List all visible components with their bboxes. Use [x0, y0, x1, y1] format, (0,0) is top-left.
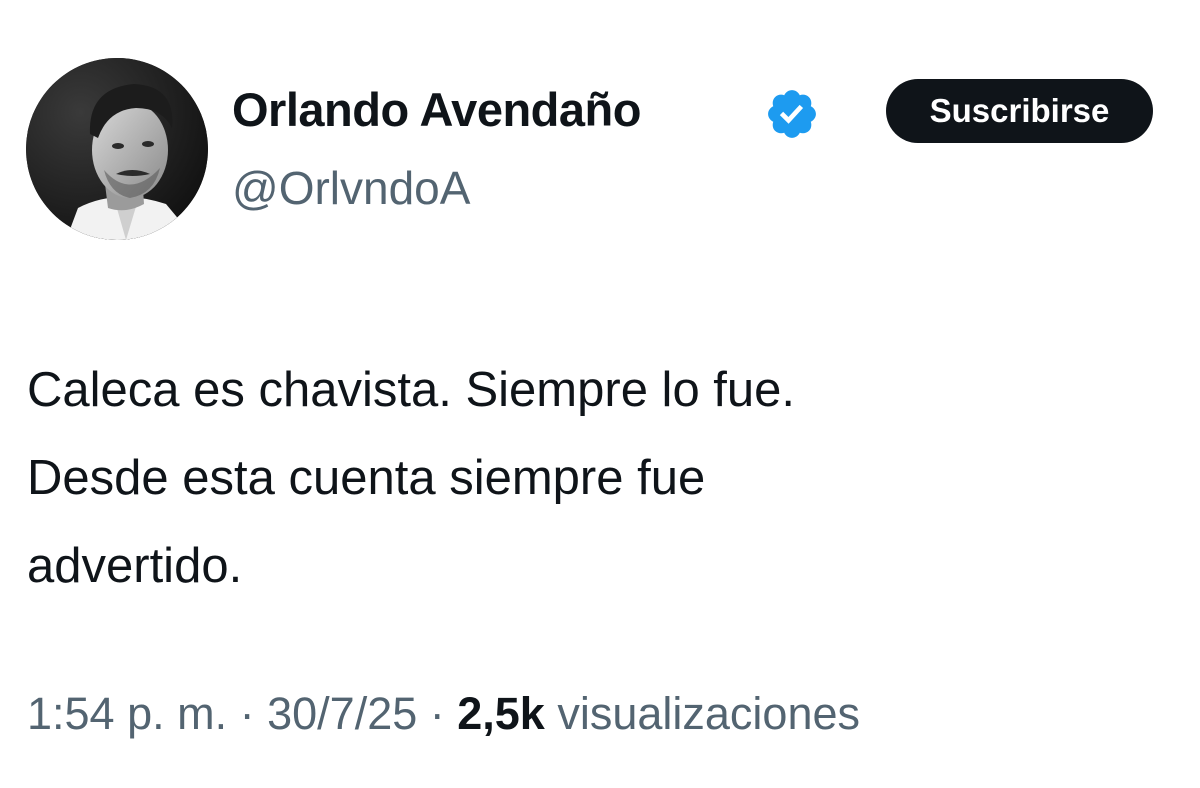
tweet: Orlando Avendaño @OrlvndoA Suscribirse C…	[0, 0, 1200, 788]
subscribe-button[interactable]: Suscribirse	[886, 79, 1153, 143]
views-label[interactable]: visualizaciones	[557, 688, 860, 739]
meta-separator: ·	[227, 688, 268, 739]
tweet-text-line: Desde esta cuenta siempre fue	[27, 451, 706, 505]
meta-separator: ·	[417, 688, 458, 739]
author-name[interactable]: Orlando Avendaño	[232, 80, 641, 140]
views-count[interactable]: 2,5k	[457, 688, 545, 739]
tweet-date[interactable]: 30/7/25	[267, 688, 417, 739]
profile-photo-icon	[26, 58, 208, 240]
verified-badge-icon	[768, 90, 816, 138]
tweet-text-line: advertido.	[27, 539, 243, 593]
tweet-metadata: 1:54 p. m. · 30/7/25 · 2,5k visualizacio…	[27, 684, 860, 744]
author-handle[interactable]: @OrlvndoA	[232, 158, 470, 218]
author-avatar[interactable]	[26, 58, 208, 240]
tweet-time[interactable]: 1:54 p. m.	[27, 688, 227, 739]
tweet-text: Caleca es chavista. Siempre lo fue. Desd…	[27, 346, 1177, 610]
tweet-text-line: Caleca es chavista. Siempre lo fue.	[27, 363, 796, 417]
